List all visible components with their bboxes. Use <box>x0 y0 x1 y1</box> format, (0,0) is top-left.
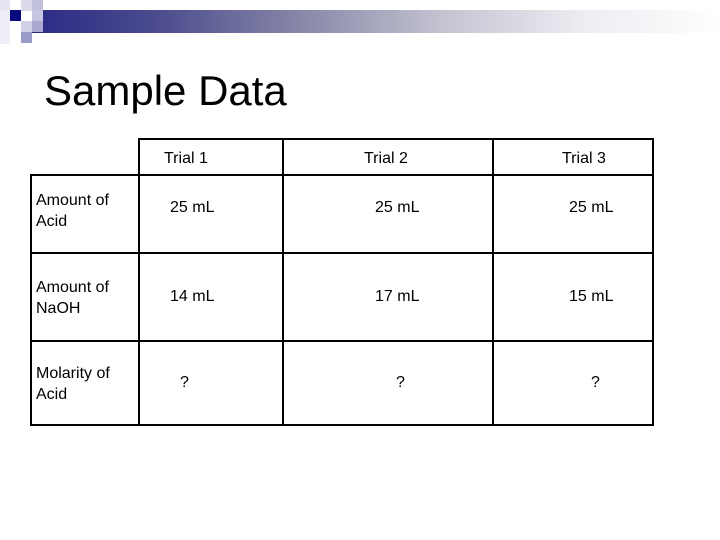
table-border <box>282 138 284 426</box>
row-label-line: Molarity of <box>36 365 110 382</box>
decor-square-accent <box>10 10 21 21</box>
table-cell: 25 mL <box>569 199 614 216</box>
row-label-line: Acid <box>36 386 68 403</box>
decor-square <box>21 21 32 32</box>
decor-square <box>32 10 43 21</box>
table-border <box>30 252 654 254</box>
table-border <box>30 174 32 426</box>
table-border <box>30 174 654 176</box>
data-table: Trial 1 Trial 2 Trial 3 Amount of Acid 2… <box>30 138 654 426</box>
table-cell: 15 mL <box>569 288 614 305</box>
column-header-trial-1: Trial 1 <box>164 150 208 167</box>
table-border <box>492 138 494 426</box>
column-header-trial-3: Trial 3 <box>562 150 606 167</box>
table-cell: ? <box>180 374 189 391</box>
decor-square <box>21 32 32 43</box>
table-border <box>30 340 654 342</box>
gradient-banner <box>32 10 720 33</box>
column-header-trial-2: Trial 2 <box>364 150 408 167</box>
table-border <box>138 138 140 426</box>
row-label-line: Acid <box>36 213 68 230</box>
row-label-molarity-of-acid: Molarity of Acid <box>36 363 136 405</box>
row-label-amount-of-naoh: Amount of NaOH <box>36 277 136 319</box>
row-label-line: NaOH <box>36 300 81 317</box>
decor-square <box>0 0 10 10</box>
table-border <box>30 424 654 426</box>
table-cell: 14 mL <box>170 288 215 305</box>
table-cell: ? <box>591 374 600 391</box>
row-label-amount-of-acid: Amount of Acid <box>36 190 136 232</box>
table-cell: 25 mL <box>375 199 420 216</box>
table-cell: ? <box>396 374 405 391</box>
table-cell: 17 mL <box>375 288 420 305</box>
decor-square <box>32 21 43 32</box>
slide-title: Sample Data <box>44 67 287 114</box>
table-border <box>652 138 654 426</box>
decor-square <box>21 0 32 11</box>
table-cell: 25 mL <box>170 199 215 216</box>
decor-square <box>0 10 10 44</box>
row-label-line: Amount of <box>36 279 109 296</box>
row-label-line: Amount of <box>36 192 109 209</box>
